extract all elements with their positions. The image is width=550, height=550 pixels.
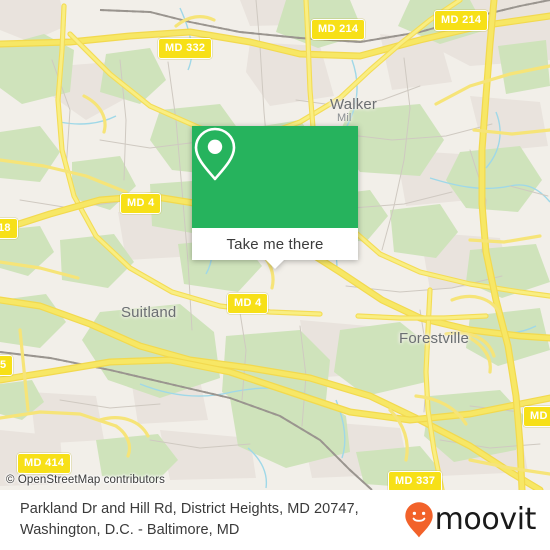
highway-shield: MD 332 bbox=[158, 38, 213, 59]
highway-shield: MD 414 bbox=[17, 453, 72, 474]
place-label: Mil bbox=[337, 112, 352, 124]
footer-bar: Parkland Dr and Hill Rd, District Height… bbox=[0, 490, 550, 550]
popup-pointer-tail bbox=[266, 260, 284, 269]
address-line-1: Parkland Dr and Hill Rd, District Height… bbox=[20, 501, 359, 517]
popup-header bbox=[192, 126, 358, 228]
address-line-2: Washington, D.C. - Baltimore, MD bbox=[20, 522, 240, 538]
highway-shield: MD 4 bbox=[120, 193, 162, 214]
highway-shield: MD 337 bbox=[388, 471, 443, 490]
osm-attribution[interactable]: © OpenStreetMap contributors bbox=[6, 474, 165, 486]
moovit-map-screenshot: .grn { fill:#cfe3bb; } .grn2 { fill:#d7e… bbox=[0, 0, 550, 550]
popup-action-row[interactable]: Take me there bbox=[192, 228, 358, 260]
moovit-logo[interactable]: moovit bbox=[404, 501, 550, 539]
place-label: Walker bbox=[330, 96, 378, 113]
take-me-there-label: Take me there bbox=[226, 235, 324, 253]
highway-shield: MD 4 bbox=[523, 406, 550, 427]
highway-shield: 18 bbox=[0, 218, 18, 239]
destination-popup-card[interactable]: Take me there bbox=[192, 126, 358, 269]
moovit-smiley-pin-icon bbox=[404, 502, 433, 538]
highway-shield: 5 bbox=[0, 355, 14, 376]
map-pin-icon bbox=[194, 127, 236, 181]
map-canvas[interactable]: .grn { fill:#cfe3bb; } .grn2 { fill:#d7e… bbox=[0, 0, 550, 490]
moovit-wordmark: moovit bbox=[434, 502, 537, 537]
place-label: Forestville bbox=[399, 330, 469, 347]
place-label: Suitland bbox=[121, 304, 177, 321]
highway-shield: MD 214 bbox=[311, 19, 366, 40]
highway-shield: MD 4 bbox=[227, 293, 269, 314]
address-block: Parkland Dr and Hill Rd, District Height… bbox=[0, 499, 404, 541]
highway-shield: MD 214 bbox=[434, 10, 489, 31]
